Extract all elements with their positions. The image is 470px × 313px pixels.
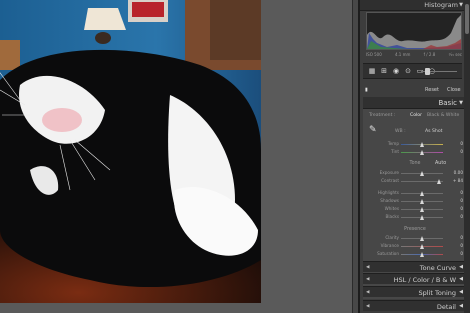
photo-canvas[interactable] — [0, 0, 358, 313]
reset-button[interactable]: Reset — [425, 87, 439, 93]
tool-slider-knob[interactable] — [425, 68, 430, 75]
slider-label: Vibrance — [380, 243, 399, 248]
crop-icon[interactable]: ⊞ — [380, 67, 388, 75]
tone-curve-title: Tone Curve — [419, 264, 456, 272]
panel-scrollbar[interactable] — [464, 0, 470, 313]
slider-value[interactable]: 0 — [460, 251, 463, 256]
red-eye-icon[interactable]: ⊙ — [404, 67, 412, 75]
spot-removal-icon[interactable]: ◉ — [392, 67, 400, 75]
clarity-slider[interactable]: Clarity 0 — [369, 235, 463, 242]
wb-label: WB : — [395, 129, 406, 134]
slider-knob[interactable] — [419, 207, 424, 212]
slider-label: Tint — [391, 149, 399, 154]
slider-knob[interactable] — [419, 199, 424, 204]
treatment-bw-button[interactable]: Black & White — [427, 113, 459, 118]
slider-knob[interactable] — [419, 142, 424, 147]
slider-label: Exposure — [379, 170, 399, 175]
blacks-slider[interactable]: Blacks 0 — [369, 214, 463, 221]
tone-section-label: Tone — [409, 161, 421, 166]
slider-value[interactable]: 0 — [460, 141, 463, 146]
slider-value[interactable]: 0 — [460, 198, 463, 203]
grid-icon[interactable]: ▦ — [368, 67, 376, 75]
eyedropper-icon[interactable]: ✎ — [369, 125, 379, 135]
temp-slider[interactable]: Temp 0 — [369, 141, 463, 148]
contrast-slider[interactable]: Contrast + 84 — [369, 178, 463, 185]
treatment-color-button[interactable]: Color — [410, 113, 422, 118]
triangle-left-icon: ◀ — [459, 264, 463, 270]
slider-knob[interactable] — [437, 179, 442, 184]
treatment-label: Treatment : — [369, 113, 396, 118]
presence-section-label: Presence — [404, 227, 426, 232]
slider-label: Contrast — [381, 178, 399, 183]
triangle-left-icon[interactable]: ◀ — [366, 277, 369, 282]
slider-knob[interactable] — [419, 215, 424, 220]
photo[interactable] — [0, 0, 261, 303]
slider-value[interactable]: 0 — [460, 206, 463, 211]
slider-value[interactable]: 0 — [460, 235, 463, 240]
tool-strip: ▦ ⊞ ◉ ⊙ ▭ ○ — [363, 63, 462, 79]
switch-icon[interactable]: ▮ — [365, 87, 368, 93]
vibrance-slider[interactable]: Vibrance 0 — [369, 243, 463, 250]
triangle-down-icon[interactable]: ▼ — [459, 2, 463, 8]
slider-value[interactable]: 0 — [460, 243, 463, 248]
exif-info: ISO 500 4.1 mm f / 2.8 ¹⁄₁₅ sec — [366, 52, 462, 57]
saturation-slider[interactable]: Saturation 0 — [369, 251, 463, 258]
cat-photo-image — [0, 0, 261, 303]
slider-label: Clarity — [385, 235, 399, 240]
whites-slider[interactable]: Whites 0 — [369, 206, 463, 213]
reset-close-row: ▮ Reset Close — [363, 86, 462, 95]
exif-iso: ISO 500 — [366, 52, 382, 57]
triangle-left-icon[interactable]: ◀ — [366, 290, 369, 295]
shadows-slider[interactable]: Shadows 0 — [369, 198, 463, 205]
triangle-left-icon[interactable]: ◀ — [366, 304, 369, 309]
detail-header[interactable]: ◀ Detail ◀ — [363, 300, 464, 311]
exif-focal: 4.1 mm — [394, 52, 411, 57]
slider-label: Saturation — [377, 251, 399, 256]
slider-label: Shadows — [380, 198, 399, 203]
exposure-slider[interactable]: Exposure 0.00 — [369, 170, 463, 177]
hsl-header[interactable]: ◀ HSL / Color / B & W ◀ — [363, 273, 464, 284]
highlights-slider[interactable]: Highlights 0 — [369, 190, 463, 197]
slider-knob[interactable] — [419, 191, 424, 196]
exif-aperture: f / 2.8 — [423, 52, 436, 57]
slider-value[interactable]: 0 — [460, 149, 463, 154]
detail-title: Detail — [436, 303, 456, 311]
slider-knob[interactable] — [419, 150, 424, 155]
slider-value[interactable]: 0 — [460, 214, 463, 219]
hsl-title: HSL / Color / B & W — [393, 276, 456, 284]
panel-scrollbar-thumb[interactable] — [465, 4, 469, 34]
basic-header[interactable]: Basic ▼ — [363, 97, 464, 109]
white-balance-row: ✎ WB : As Shot — [369, 125, 461, 137]
slider-label: Blacks — [385, 214, 399, 219]
slider-value[interactable]: 0 — [460, 190, 463, 195]
slider-label: Whites — [384, 206, 399, 211]
tint-slider[interactable]: Tint 0 — [369, 149, 463, 156]
wb-select[interactable]: As Shot — [425, 129, 442, 134]
slider-value[interactable]: 0.00 — [454, 170, 463, 175]
histogram-graph — [367, 15, 461, 49]
slider-knob[interactable] — [419, 252, 424, 257]
triangle-left-icon: ◀ — [459, 303, 463, 309]
exif-shutter: ¹⁄₁₅ sec — [448, 52, 463, 57]
triangle-left-icon[interactable]: ◀ — [366, 265, 369, 270]
split-toning-header[interactable]: ◀ Split Toning ◀ — [363, 286, 464, 297]
triangle-down-icon: ▼ — [459, 100, 463, 106]
triangle-left-icon: ◀ — [459, 276, 463, 282]
develop-panel: Histogram ▼ ISO 500 4.1 mm f / 2.8 ¹⁄₁₅ … — [358, 0, 470, 313]
auto-tone-button[interactable]: Auto — [435, 161, 446, 166]
triangle-left-icon: ◀ — [459, 289, 463, 295]
histogram — [366, 12, 462, 50]
slider-knob[interactable] — [419, 236, 424, 241]
tone-curve-header[interactable]: ◀ Tone Curve ◀ — [363, 261, 464, 272]
split-toning-title: Split Toning — [418, 289, 457, 297]
close-button[interactable]: Close — [447, 87, 461, 93]
slider-knob[interactable] — [419, 171, 424, 176]
slider-label: Highlights — [377, 190, 399, 195]
histogram-header[interactable]: Histogram ▼ — [360, 0, 464, 11]
slider-label: Temp — [387, 141, 399, 146]
slider-value[interactable]: + 84 — [453, 178, 463, 183]
histogram-title: Histogram — [424, 1, 458, 9]
basic-title: Basic — [438, 99, 457, 107]
slider-knob[interactable] — [419, 244, 424, 249]
